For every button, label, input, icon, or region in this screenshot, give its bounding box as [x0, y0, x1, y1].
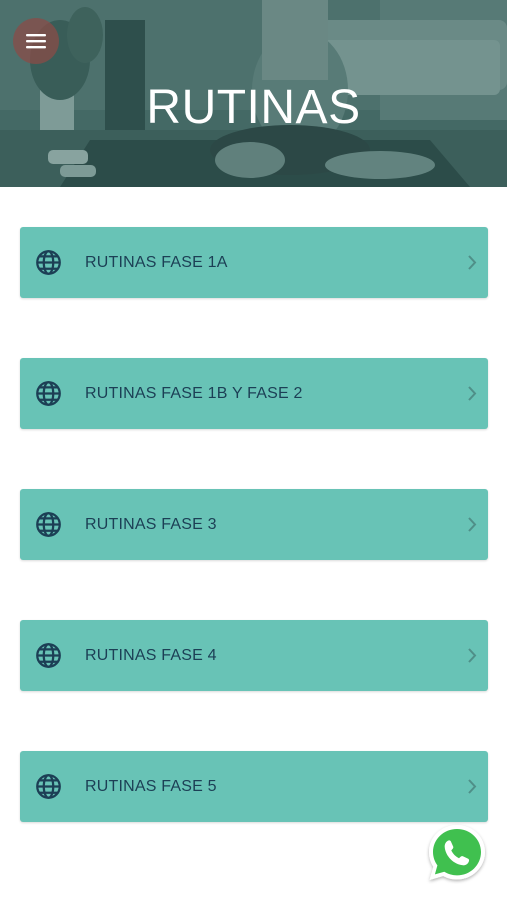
globe-icon [36, 512, 61, 537]
globe-icon [36, 774, 61, 799]
chevron-right-icon [468, 648, 477, 663]
globe-icon [36, 250, 61, 275]
chevron-right-icon [468, 255, 477, 270]
chevron-right-icon [468, 386, 477, 401]
list-item-rutinas-fase-1b-y-fase-2[interactable]: RUTINAS FASE 1B Y FASE 2 [20, 358, 488, 429]
list-item-rutinas-fase-5[interactable]: RUTINAS FASE 5 [20, 751, 488, 822]
globe-icon [36, 643, 61, 668]
header-banner: RUTINAS [0, 0, 507, 187]
list-item-rutinas-fase-1a[interactable]: RUTINAS FASE 1A [20, 227, 488, 298]
whatsapp-button[interactable] [426, 822, 488, 884]
list-item-label: RUTINAS FASE 1B Y FASE 2 [85, 385, 303, 402]
list-item-rutinas-fase-4[interactable]: RUTINAS FASE 4 [20, 620, 488, 691]
list-item-label: RUTINAS FASE 5 [85, 778, 217, 795]
list-item-label: RUTINAS FASE 4 [85, 647, 217, 664]
hamburger-menu-icon [26, 34, 46, 49]
page-title: RUTINAS [146, 81, 361, 134]
menu-button[interactable] [13, 18, 59, 64]
chevron-right-icon [468, 779, 477, 794]
chevron-right-icon [468, 517, 477, 532]
routines-list: RUTINAS FASE 1A RUTINAS FASE 1B Y FASE 2 [20, 227, 488, 882]
list-item-label: RUTINAS FASE 1A [85, 254, 228, 271]
list-item-rutinas-fase-3[interactable]: RUTINAS FASE 3 [20, 489, 488, 560]
list-item-label: RUTINAS FASE 3 [85, 516, 217, 533]
globe-icon [36, 381, 61, 406]
whatsapp-icon [429, 825, 485, 880]
